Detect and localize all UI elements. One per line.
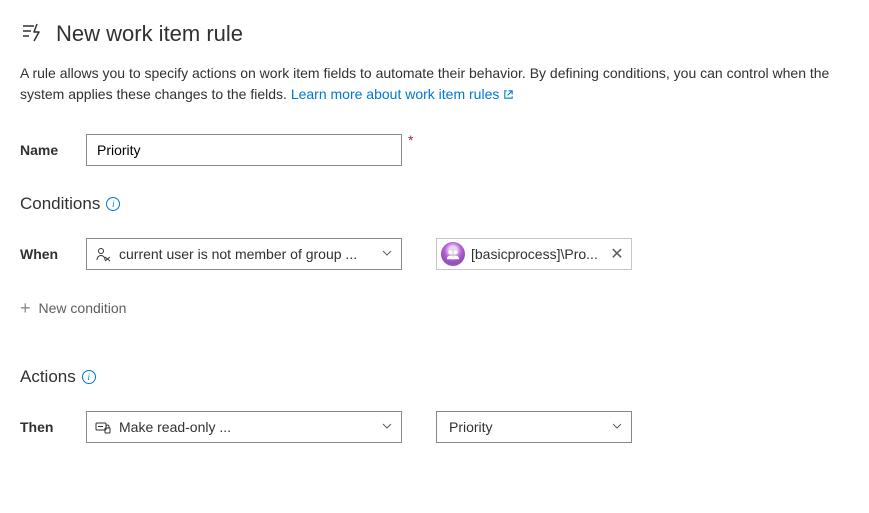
group-avatar-icon — [441, 242, 465, 266]
conditions-heading: Conditions i — [20, 194, 849, 214]
then-label: Then — [20, 419, 86, 435]
action-field-dropdown[interactable]: Priority — [436, 411, 632, 443]
action-type-dropdown[interactable]: Make read-only ... — [86, 411, 402, 443]
info-icon[interactable]: i — [106, 197, 120, 211]
group-picker[interactable]: [basicprocess]\Pro... ✕ — [436, 238, 632, 270]
page-title: New work item rule — [56, 21, 243, 47]
name-label: Name — [20, 142, 86, 158]
actions-heading: Actions i — [20, 367, 849, 387]
when-label: When — [20, 246, 86, 262]
group-value: [basicprocess]\Pro... — [471, 246, 607, 262]
chevron-down-icon — [381, 419, 393, 435]
plus-icon: + — [20, 298, 31, 319]
page-header: New work item rule — [20, 20, 849, 47]
chevron-down-icon — [381, 246, 393, 262]
learn-more-link[interactable]: Learn more about work item rules — [291, 86, 515, 102]
name-row: Name * — [20, 134, 849, 166]
external-link-icon — [503, 85, 514, 106]
rule-icon — [20, 20, 44, 47]
condition-type-value: current user is not member of group ... — [119, 246, 357, 262]
action-type-value: Make read-only ... — [119, 419, 231, 435]
then-row: Then Make read-only ... Priority — [20, 411, 849, 443]
required-asterisk: * — [408, 132, 413, 148]
clear-group-button[interactable]: ✕ — [607, 244, 627, 264]
readonly-icon — [95, 419, 111, 435]
name-input[interactable] — [86, 134, 402, 166]
info-icon[interactable]: i — [82, 370, 96, 384]
condition-type-dropdown[interactable]: current user is not member of group ... — [86, 238, 402, 270]
page-description: A rule allows you to specify actions on … — [20, 63, 849, 106]
user-not-member-icon — [95, 246, 111, 262]
add-condition-button[interactable]: + New condition — [20, 298, 849, 319]
action-field-value: Priority — [449, 419, 493, 435]
when-row: When current user is not member of group… — [20, 238, 849, 270]
chevron-down-icon — [611, 419, 623, 435]
